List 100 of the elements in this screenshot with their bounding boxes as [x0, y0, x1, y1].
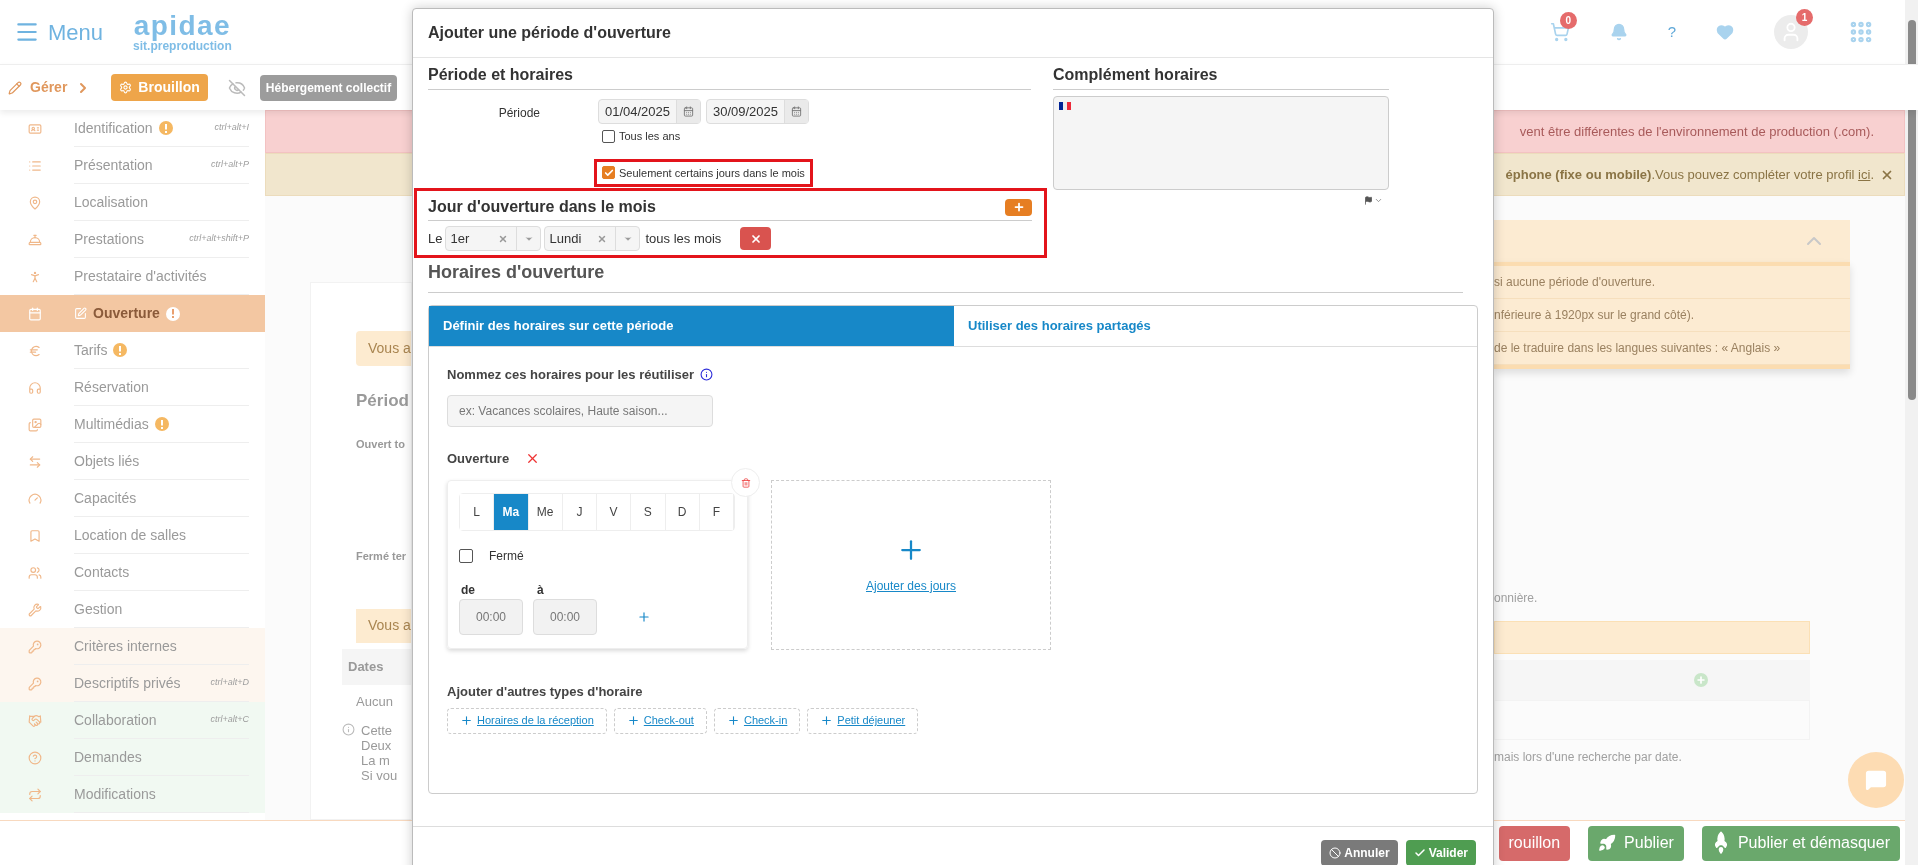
- date-field[interactable]: 01/04/2025: [598, 99, 701, 124]
- menu-item-icon: [28, 454, 42, 469]
- plus-icon: [626, 714, 640, 727]
- date-field[interactable]: 30/09/2025: [706, 99, 809, 124]
- footer-button[interactable]: rouillon: [1498, 825, 1571, 861]
- section-heading: Périod: [356, 390, 410, 412]
- close-icon: [749, 232, 762, 245]
- rule-suffix: tous les mois: [645, 229, 722, 248]
- info-text: Si vou: [361, 767, 398, 783]
- sidebar-item[interactable]: Modifications: [0, 776, 265, 813]
- field-label: Fermé ter: [356, 549, 408, 564]
- sidebar-item[interactable]: Ouverture: [0, 295, 265, 332]
- checkbox[interactable]: [602, 129, 615, 143]
- add-schedule-type-button[interactable]: Horaires de la réception: [447, 707, 607, 734]
- language-dropdown[interactable]: [1364, 196, 1383, 205]
- check-icon: [603, 167, 614, 178]
- profile-count: 1: [1796, 9, 1813, 26]
- menu-item-icon: [28, 602, 42, 617]
- field-label: Période: [497, 105, 540, 119]
- menu-item-icon: [28, 269, 42, 284]
- chat-bubble-icon: [1865, 769, 1887, 791]
- menu-item-icon: [28, 676, 42, 691]
- time-field[interactable]: 00:00: [459, 599, 523, 635]
- sidebar-item[interactable]: Demandes: [0, 739, 265, 776]
- checkbox-label: Tous les ans: [619, 129, 681, 144]
- add-days-button[interactable]: Ajouter des jours: [771, 480, 1051, 650]
- tab[interactable]: Définir des horaires sur cette période: [429, 306, 954, 346]
- flag-icon: [1059, 102, 1071, 110]
- cart-icon[interactable]: [1549, 22, 1570, 42]
- section-heading: Période et horaires: [428, 63, 1031, 90]
- plus-icon: [820, 714, 834, 727]
- menu-item-icon: [28, 232, 42, 247]
- remove-rule-button[interactable]: [740, 227, 772, 250]
- app-logo[interactable]: apidae sit.preproduction: [133, 12, 232, 52]
- rocket-icon: [1598, 834, 1617, 852]
- calendar-icon[interactable]: [791, 106, 802, 117]
- time-field[interactable]: 00:00: [533, 599, 597, 635]
- checkbox-label: Seulement certains jours dans le mois: [619, 165, 805, 181]
- add-schedule-type-button[interactable]: Petit déjeuner: [807, 707, 919, 734]
- menu-item-icon: [28, 787, 42, 802]
- info-text: Deux: [361, 737, 393, 753]
- flag-icon: [1364, 196, 1373, 205]
- notification-bell-icon[interactable]: [1609, 23, 1628, 41]
- info-icon[interactable]: [700, 368, 714, 382]
- keyboard-shortcut: ctrl+alt+shift+P: [189, 232, 249, 246]
- tip-text: si aucune période d'ouverture.: [1494, 266, 1850, 299]
- footer-button[interactable]: Publier et démasquer: [1701, 825, 1900, 861]
- sidebar-item[interactable]: Critères internes: [0, 628, 265, 665]
- manage-breadcrumb[interactable]: Gérer: [8, 77, 92, 98]
- add-schedule-type-button[interactable]: Check-out: [613, 707, 707, 734]
- sidebar-item[interactable]: Descriptifs privés ctrl+alt+D: [0, 665, 265, 702]
- calendar-icon[interactable]: [683, 106, 694, 117]
- select-field[interactable]: Lundi: [544, 226, 641, 251]
- checkbox[interactable]: [602, 166, 615, 180]
- menu-item-icon: [28, 343, 42, 358]
- menu-item-icon: [28, 195, 42, 210]
- notice-bar: Vous a: [356, 331, 411, 366]
- avatar[interactable]: [1774, 15, 1808, 49]
- plus-icon: [726, 714, 740, 727]
- hidden-eye-icon[interactable]: [227, 78, 246, 97]
- help-link[interactable]: ?: [1667, 20, 1676, 44]
- delete-button[interactable]: [731, 468, 760, 497]
- footer-button[interactable]: Publier: [1588, 825, 1684, 861]
- checkbox[interactable]: [459, 549, 473, 563]
- favorites-heart-icon[interactable]: [1716, 23, 1734, 41]
- field-label: à: [537, 582, 544, 599]
- menu-item-icon: [28, 417, 42, 432]
- add-time-icon[interactable]: [637, 610, 651, 624]
- field-label: Ouverture: [447, 449, 510, 468]
- add-rule-button[interactable]: [1005, 198, 1032, 216]
- menu-button[interactable]: Menu: [14, 15, 104, 49]
- notes-textarea[interactable]: [1053, 96, 1389, 190]
- menu-item-icon: [28, 121, 42, 136]
- schedule-name-field[interactable]: ex: Vacances scolaires, Haute saison...: [447, 394, 713, 427]
- section-heading: Horaires d'ouverture: [428, 259, 1463, 293]
- keyboard-shortcut: ctrl+alt+C: [210, 713, 249, 727]
- dialog-button[interactable]: Valider: [1405, 840, 1476, 865]
- field-label: de: [461, 582, 475, 599]
- keyboard-shortcut: ctrl+alt+D: [210, 676, 249, 690]
- apps-grid-icon[interactable]: [1848, 19, 1874, 45]
- table-cell-text: Aucun: [355, 692, 394, 711]
- banner-text: vent être différentes de l'environnement de production (.com).: [1519, 122, 1874, 141]
- ban-icon: [1329, 847, 1342, 859]
- banner-text: éphone (fixe ou mobile).Vous pouvez compléter votre profil ici.: [1505, 165, 1874, 184]
- clear-icon[interactable]: [498, 233, 509, 244]
- day-toggle[interactable]: Ma: [494, 494, 529, 530]
- menu-item-icon: [28, 750, 42, 765]
- day-toggle[interactable]: L: [460, 494, 495, 530]
- tip-text: de le traduire dans les langues suivantes : « Anglais »: [1494, 332, 1850, 365]
- sidebar-item[interactable]: Collaboration ctrl+alt+C: [0, 702, 265, 739]
- dialog-button[interactable]: Annuler: [1321, 840, 1398, 865]
- select-field[interactable]: 1er: [445, 226, 542, 251]
- keyboard-shortcut: ctrl+alt+P: [210, 158, 249, 172]
- add-schedule-type-button[interactable]: Check-in: [713, 707, 801, 734]
- cart-count: 0: [1559, 12, 1577, 29]
- table-header: Dates: [342, 648, 411, 685]
- clear-icon[interactable]: [597, 233, 608, 244]
- scrollbar[interactable]: [1905, 0, 1918, 865]
- status-badge: Brouillon: [111, 74, 208, 101]
- info-icon: [342, 722, 355, 736]
